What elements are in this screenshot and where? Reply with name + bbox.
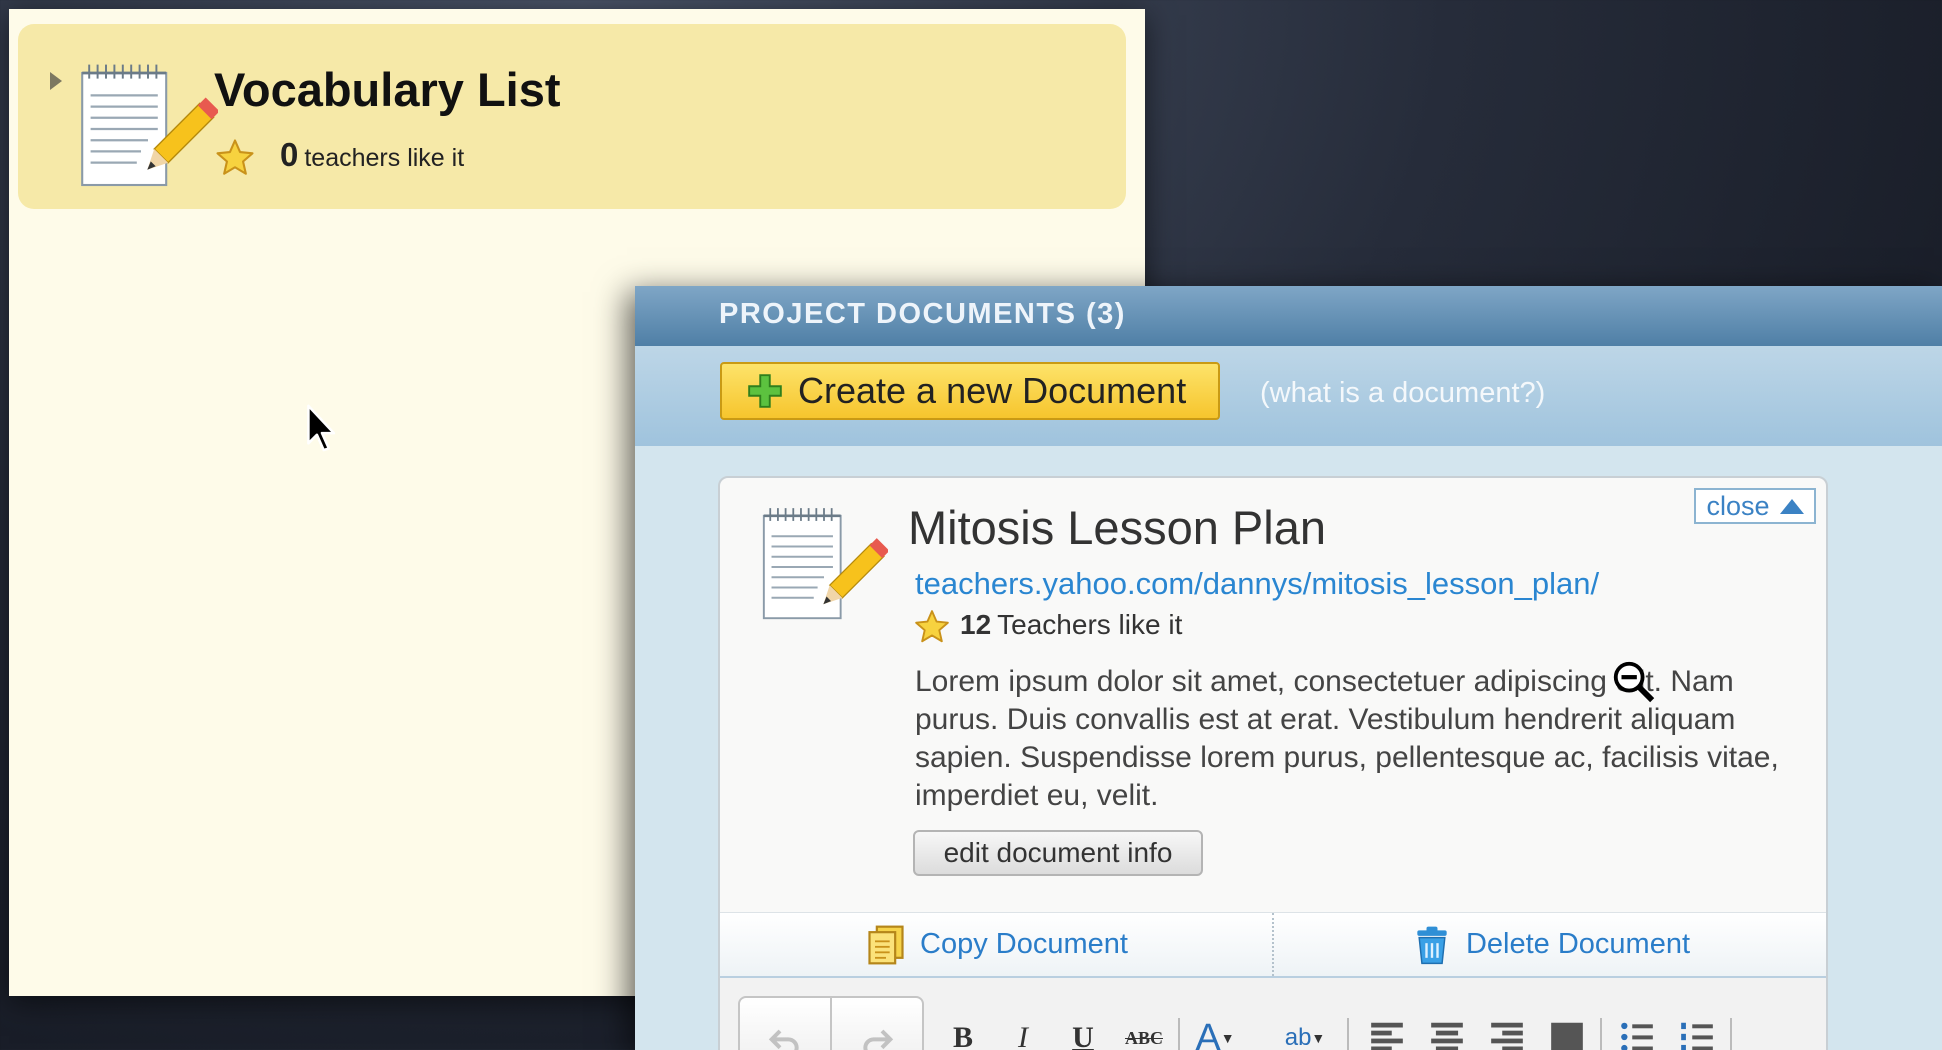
highlight-label: ab [1284, 1024, 1312, 1050]
document-actions: Copy Document Delete Document [720, 912, 1826, 978]
undo-redo-group [738, 996, 924, 1050]
delete-document-label: Delete Document [1465, 928, 1691, 960]
align-center-icon[interactable] [1428, 1018, 1466, 1050]
zoom-out-icon [1613, 661, 1655, 703]
document-url-link[interactable]: teachers.yahoo.com/dannys/mitosis_lesson… [915, 566, 1599, 602]
toolbar-separator [1347, 1018, 1349, 1050]
bullet-list-icon[interactable] [1618, 1018, 1656, 1050]
create-document-button[interactable]: Create a new Document [720, 362, 1220, 420]
likes-text: Teachers like it [997, 609, 1183, 640]
likes-text: teachers like it [304, 144, 465, 172]
panel-title: PROJECT DOCUMENTS (3) [719, 298, 1126, 330]
editor-toolbar: B I U ABC A ▼ ab ▼ [720, 978, 1826, 1050]
expand-triangle-icon[interactable] [50, 72, 62, 90]
numbered-list-icon[interactable] [1678, 1018, 1716, 1050]
edit-document-info-label: edit document info [943, 837, 1173, 868]
align-justify-icon[interactable] [1548, 1018, 1586, 1050]
font-color-button[interactable]: A ▼ [1190, 1016, 1240, 1050]
document-description: Lorem ipsum dolor sit amet, consectetuer… [915, 665, 1779, 812]
likes-count: 12 [960, 609, 992, 640]
undo-icon [768, 1029, 799, 1050]
align-right-icon[interactable] [1488, 1018, 1526, 1050]
dropdown-arrow-icon: ▼ [1311, 1030, 1326, 1046]
toolbar-separator [1600, 1018, 1602, 1050]
arrow-cursor-icon [307, 404, 336, 452]
copy-icon [868, 925, 904, 964]
vocabulary-list-card[interactable]: Vocabulary List 0 teachers like it [18, 24, 1126, 209]
font-color-label: A [1195, 1016, 1221, 1050]
document-likes: 12 Teachers like it [960, 609, 1182, 641]
delete-document-button[interactable]: Delete Document [1274, 913, 1826, 976]
copy-document-label: Copy Document [920, 928, 1128, 960]
bold-button[interactable]: B [945, 1016, 981, 1050]
vocabulary-list-title[interactable]: Vocabulary List [214, 62, 561, 117]
redo-icon [863, 1029, 894, 1050]
notepad-pencil-icon [81, 64, 218, 187]
align-left-icon[interactable] [1368, 1018, 1406, 1050]
highlight-button[interactable]: ab ▼ [1275, 1016, 1335, 1050]
close-label: close [1706, 490, 1770, 521]
strikethrough-button[interactable]: ABC [1118, 1016, 1170, 1050]
star-icon [216, 139, 254, 175]
notepad-pencil-icon [762, 508, 888, 620]
close-button[interactable]: close [1694, 488, 1816, 524]
dropdown-arrow-icon: ▼ [1220, 1030, 1235, 1046]
green-plus-icon [748, 374, 782, 408]
panel-header: PROJECT DOCUMENTS (3) [635, 286, 1942, 346]
italic-button[interactable]: I [1005, 1016, 1041, 1050]
undo-button[interactable] [740, 998, 832, 1050]
document-card: close Mitosis Lesson Plan teachers.yahoo… [718, 476, 1828, 1050]
likes-count: 0 [280, 136, 299, 173]
project-documents-panel: PROJECT DOCUMENTS (3) Create a new Docum… [635, 286, 1942, 1050]
redo-button[interactable] [832, 998, 922, 1050]
trash-icon [1417, 926, 1447, 964]
panel-toolbar: Create a new Document (what is a documen… [635, 346, 1942, 446]
edit-document-info-button[interactable]: edit document info [913, 830, 1203, 876]
toolbar-separator [1730, 1018, 1732, 1050]
copy-document-button[interactable]: Copy Document [720, 913, 1274, 976]
vocabulary-likes: 0 teachers like it [280, 136, 464, 174]
collapse-arrow-icon [1779, 498, 1804, 514]
toolbar-separator [1178, 1018, 1180, 1050]
what-is-document-link[interactable]: (what is a document?) [1260, 377, 1545, 410]
document-title: Mitosis Lesson Plan [908, 501, 1326, 554]
create-document-label: Create a new Document [798, 370, 1187, 411]
underline-button[interactable]: U [1065, 1016, 1101, 1050]
star-icon [915, 610, 949, 643]
